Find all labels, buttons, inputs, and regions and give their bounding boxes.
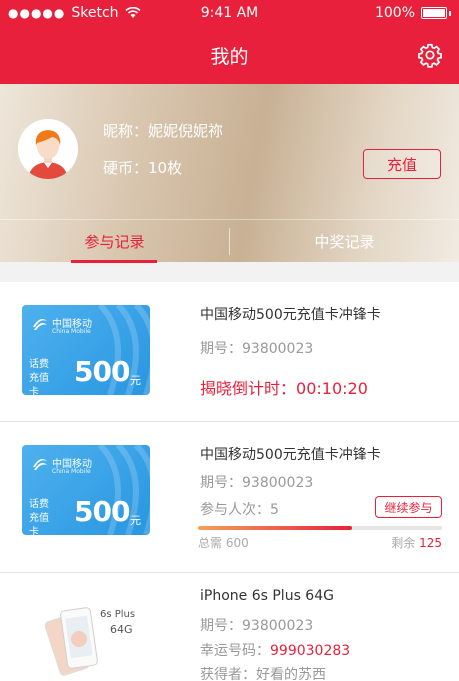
total-label: 总需 bbox=[198, 536, 223, 550]
record-list: 中国移动 China Mobile 话费充值卡 500 元 中国移动500元充值… bbox=[0, 282, 459, 681]
item-period: 期号：93800023 bbox=[200, 338, 313, 358]
remaining-value: 125 bbox=[419, 536, 442, 550]
item-period: 期号：93800023 bbox=[200, 615, 313, 635]
item-lucky-number: 幸运号码：999030283 bbox=[200, 640, 350, 660]
tab-winning[interactable]: 中奖记录 bbox=[230, 220, 459, 263]
card-brand-en: China Mobile bbox=[52, 468, 91, 475]
avatar-illustration bbox=[18, 119, 78, 179]
progress-bar bbox=[198, 526, 442, 530]
china-mobile-logo-icon bbox=[33, 459, 47, 470]
recharge-button[interactable]: 充值 bbox=[363, 149, 441, 179]
card-amount: 500 bbox=[74, 355, 130, 388]
total-needed: 总需 600 bbox=[198, 534, 249, 551]
coins-row: 硬币：10枚 bbox=[103, 157, 182, 178]
status-bar: ●●●●● Sketch 9:41 AM 100% bbox=[0, 0, 459, 28]
winner-value: 好看的苏西 bbox=[256, 667, 326, 681]
record-tabs: 参与记录 中奖记录 bbox=[0, 219, 459, 263]
avatar[interactable] bbox=[18, 119, 78, 179]
recharge-card-image: 中国移动 China Mobile 话费充值卡 500 元 bbox=[22, 445, 150, 535]
nickname-row: 昵称：妮妮倪妮祢 bbox=[103, 120, 223, 141]
times-value: 5 bbox=[270, 502, 279, 518]
item-countdown: 揭晓倒计时：00:10:20 bbox=[200, 375, 368, 399]
nickname-value: 妮妮倪妮祢 bbox=[148, 122, 224, 140]
item-title: 中国移动500元充值卡冲锋卡 bbox=[200, 447, 381, 463]
total-value: 600 bbox=[225, 536, 249, 550]
item-title: 中国移动500元充值卡冲锋卡 bbox=[200, 307, 381, 323]
gear-icon[interactable] bbox=[417, 42, 443, 68]
battery-percent: 100% bbox=[374, 5, 415, 21]
period-value: 93800023 bbox=[242, 341, 314, 357]
battery-tip bbox=[449, 10, 451, 16]
period-label: 期号： bbox=[200, 341, 242, 357]
card-amount: 500 bbox=[74, 495, 130, 528]
progress-fill bbox=[198, 526, 352, 530]
china-mobile-logo-icon bbox=[33, 319, 47, 330]
recharge-card-image: 中国移动 China Mobile 话费充值卡 500 元 bbox=[22, 305, 150, 395]
continue-participate-button[interactable]: 继续参与 bbox=[375, 496, 442, 518]
lucky-label: 幸运号码： bbox=[200, 643, 270, 659]
period-value: 93800023 bbox=[242, 475, 314, 491]
page-title: 我的 bbox=[210, 46, 249, 68]
card-unit: 元 bbox=[130, 514, 141, 527]
tab-participation[interactable]: 参与记录 bbox=[0, 220, 229, 263]
card-unit: 元 bbox=[130, 374, 141, 387]
card-brand-en: China Mobile bbox=[52, 328, 91, 335]
profile-header: 昵称：妮妮倪妮祢 硬币：10枚 充值 参与记录 中奖记录 bbox=[0, 84, 459, 263]
item-winner: 获得者：好看的苏西 bbox=[200, 664, 326, 681]
phone-storage-label: 64G bbox=[110, 623, 133, 636]
remaining: 剩余 125 bbox=[391, 534, 442, 551]
period-label: 期号： bbox=[200, 618, 242, 634]
item-participations: 参与人次：5 bbox=[200, 499, 279, 519]
list-item[interactable]: 中国移动 China Mobile 话费充值卡 500 元 中国移动500元充值… bbox=[0, 422, 459, 573]
coins-value: 10枚 bbox=[148, 159, 183, 177]
battery-icon bbox=[421, 7, 447, 19]
active-tab-indicator bbox=[71, 260, 157, 263]
card-type: 话费充值卡 bbox=[29, 499, 49, 535]
lucky-value: 999030283 bbox=[270, 643, 351, 659]
phone-model-label: 6s Plus bbox=[100, 609, 136, 620]
list-item[interactable]: 中国移动 China Mobile 话费充值卡 500 元 中国移动500元充值… bbox=[0, 282, 459, 422]
countdown-value: 00:10:20 bbox=[296, 379, 368, 398]
item-title: iPhone 6s Plus 64G bbox=[200, 588, 334, 604]
remaining-label: 剩余 bbox=[391, 536, 416, 550]
period-value: 93800023 bbox=[242, 618, 314, 634]
countdown-label: 揭晓倒计时： bbox=[200, 379, 297, 398]
item-period: 期号：93800023 bbox=[200, 472, 313, 492]
winner-label: 获得者： bbox=[200, 667, 256, 681]
coins-label: 硬币： bbox=[103, 159, 149, 177]
list-item[interactable]: 6s Plus 64G iPhone 6s Plus 64G 期号：938000… bbox=[0, 573, 459, 681]
card-type: 话费充值卡 bbox=[29, 359, 49, 395]
nickname-label: 昵称： bbox=[103, 122, 149, 140]
period-label: 期号： bbox=[200, 475, 242, 491]
nav-bar: 我的 bbox=[0, 28, 459, 84]
times-label: 参与人次： bbox=[200, 502, 270, 518]
